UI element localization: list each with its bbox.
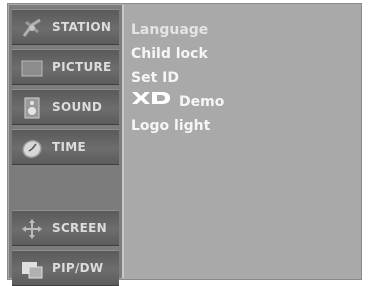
menu-list: Language Child lock Set ID Demo Logo lig… <box>131 18 224 138</box>
sidebar-item-label: SOUND <box>52 100 103 114</box>
sidebar: STATION PICTURE SOUND TIME SCREEN PIP/DW <box>9 5 124 286</box>
menu-item-set-id[interactable]: Set ID <box>131 66 224 90</box>
picture-icon <box>20 56 44 80</box>
sidebar-item-label: PIP/DW <box>52 261 104 275</box>
menu-item-label: Demo <box>179 94 225 110</box>
sidebar-item-sound[interactable]: SOUND <box>12 89 119 125</box>
clock-icon <box>20 136 44 160</box>
sidebar-item-station[interactable]: STATION <box>12 9 119 45</box>
sidebar-item-pip-dw[interactable]: PIP/DW <box>12 250 119 286</box>
xd-logo-icon <box>131 89 171 113</box>
sidebar-item-label: SCREEN <box>52 221 107 235</box>
tv-osd-menu: STATION PICTURE SOUND TIME SCREEN PIP/DW… <box>7 3 362 286</box>
menu-item-logo-light[interactable]: Logo light <box>131 114 224 138</box>
menu-item-language[interactable]: Language <box>131 18 224 42</box>
sidebar-item-screen[interactable]: SCREEN <box>12 210 119 246</box>
sidebar-item-label: TIME <box>52 140 86 154</box>
pip-icon <box>20 257 44 281</box>
menu-item-xd-demo[interactable]: Demo <box>131 90 224 114</box>
antenna-icon <box>20 16 44 40</box>
sidebar-item-picture[interactable]: PICTURE <box>12 49 119 85</box>
menu-item-child-lock[interactable]: Child lock <box>131 42 224 66</box>
sidebar-item-time[interactable]: TIME <box>12 129 119 165</box>
sidebar-item-label: PICTURE <box>52 60 112 74</box>
speaker-icon <box>20 96 44 120</box>
sidebar-item-label: STATION <box>52 20 112 34</box>
arrows-icon <box>20 217 44 241</box>
